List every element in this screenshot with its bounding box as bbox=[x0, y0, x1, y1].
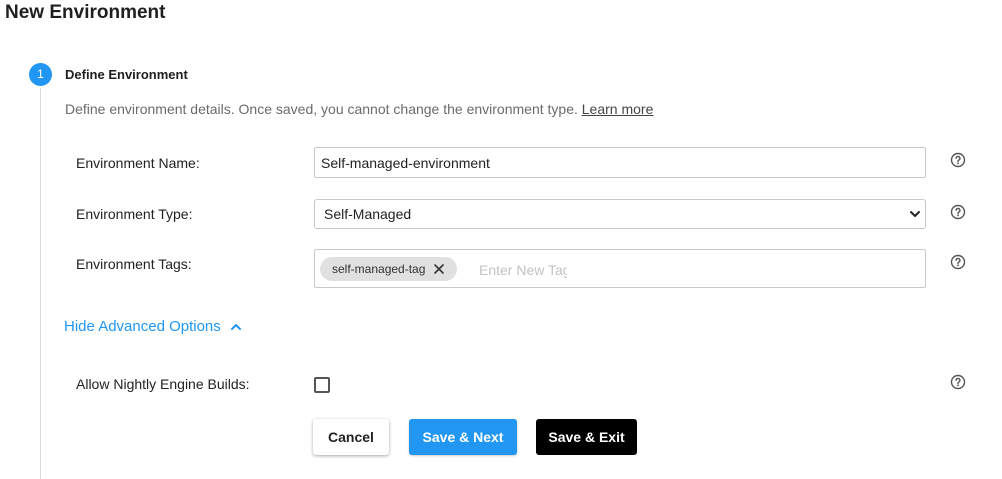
save-and-next-button[interactable]: Save & Next bbox=[409, 419, 517, 455]
step-connector-line bbox=[40, 88, 41, 479]
environment-type-value: Self-Managed bbox=[324, 206, 412, 222]
learn-more-link[interactable]: Learn more bbox=[582, 101, 654, 117]
tag-chip: self-managed-tag bbox=[320, 257, 458, 281]
environment-name-label: Environment Name: bbox=[76, 155, 200, 171]
step-description-text: Define environment details. Once saved, … bbox=[65, 101, 578, 117]
close-icon[interactable] bbox=[433, 263, 445, 275]
environment-type-select[interactable]: Self-Managed bbox=[314, 199, 926, 229]
environment-tags-label: Environment Tags: bbox=[76, 256, 192, 272]
cancel-button[interactable]: Cancel bbox=[313, 419, 389, 455]
nightly-builds-checkbox[interactable] bbox=[314, 377, 330, 393]
environment-type-label: Environment Type: bbox=[76, 206, 193, 222]
tag-chip-label: self-managed-tag bbox=[332, 262, 426, 276]
help-icon[interactable] bbox=[950, 254, 966, 270]
step-description: Define environment details. Once saved, … bbox=[65, 101, 653, 117]
chevron-up-icon bbox=[231, 324, 241, 330]
environment-tags-field[interactable]: self-managed-tag bbox=[314, 249, 926, 288]
save-and-exit-button[interactable]: Save & Exit bbox=[536, 419, 637, 455]
nightly-builds-label: Allow Nightly Engine Builds: bbox=[76, 376, 250, 392]
hide-advanced-options-toggle[interactable]: Hide Advanced Options bbox=[64, 318, 241, 335]
step-number-badge: 1 bbox=[29, 63, 52, 86]
environment-name-input[interactable] bbox=[314, 147, 926, 178]
step-title: Define Environment bbox=[65, 67, 188, 82]
chevron-down-icon bbox=[910, 211, 920, 217]
new-tag-input[interactable] bbox=[477, 258, 569, 282]
advanced-toggle-label: Hide Advanced Options bbox=[64, 318, 221, 335]
page-title: New Environment bbox=[5, 2, 166, 23]
help-icon[interactable] bbox=[950, 374, 966, 390]
help-icon[interactable] bbox=[950, 152, 966, 168]
help-icon[interactable] bbox=[950, 204, 966, 220]
